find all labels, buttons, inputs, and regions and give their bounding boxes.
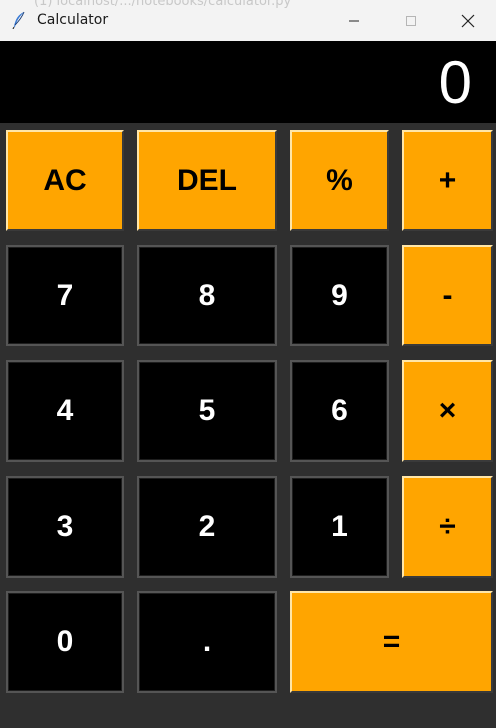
digit-0-button[interactable]: 0 xyxy=(6,591,124,693)
window-title: Calculator xyxy=(37,12,109,28)
equals-button[interactable]: = xyxy=(290,591,493,693)
close-button[interactable] xyxy=(440,0,496,41)
digit-9-button[interactable]: 9 xyxy=(290,245,389,346)
calculator-window: (1) localhost/.../notebooks/calculator.p… xyxy=(0,0,496,728)
multiply-button[interactable]: × xyxy=(402,360,493,462)
subtract-button[interactable]: - xyxy=(402,245,493,346)
result-display: 0 xyxy=(0,41,496,123)
digit-7-button[interactable]: 7 xyxy=(6,245,124,346)
window-bottom-padding xyxy=(0,700,496,728)
digit-5-button[interactable]: 5 xyxy=(137,360,277,462)
digit-3-button[interactable]: 3 xyxy=(6,476,124,578)
decimal-point-button[interactable]: . xyxy=(137,591,277,693)
digit-2-button[interactable]: 2 xyxy=(137,476,277,578)
digit-6-button[interactable]: 6 xyxy=(290,360,389,462)
title-bar[interactable]: (1) localhost/.../notebooks/calculator.p… xyxy=(0,0,496,41)
add-button[interactable]: + xyxy=(402,130,493,231)
background-window-text: (1) localhost/.../notebooks/calculator.p… xyxy=(34,0,292,9)
minimize-button[interactable] xyxy=(326,0,382,41)
feather-icon xyxy=(11,11,27,30)
maximize-button[interactable] xyxy=(383,0,439,41)
digit-1-button[interactable]: 1 xyxy=(290,476,389,578)
divide-button[interactable]: ÷ xyxy=(402,476,493,578)
digit-8-button[interactable]: 8 xyxy=(137,245,277,346)
display-value: 0 xyxy=(438,49,472,116)
all-clear-button[interactable]: AC xyxy=(6,130,124,231)
percent-button[interactable]: % xyxy=(290,130,389,231)
delete-button[interactable]: DEL xyxy=(137,130,277,231)
digit-4-button[interactable]: 4 xyxy=(6,360,124,462)
